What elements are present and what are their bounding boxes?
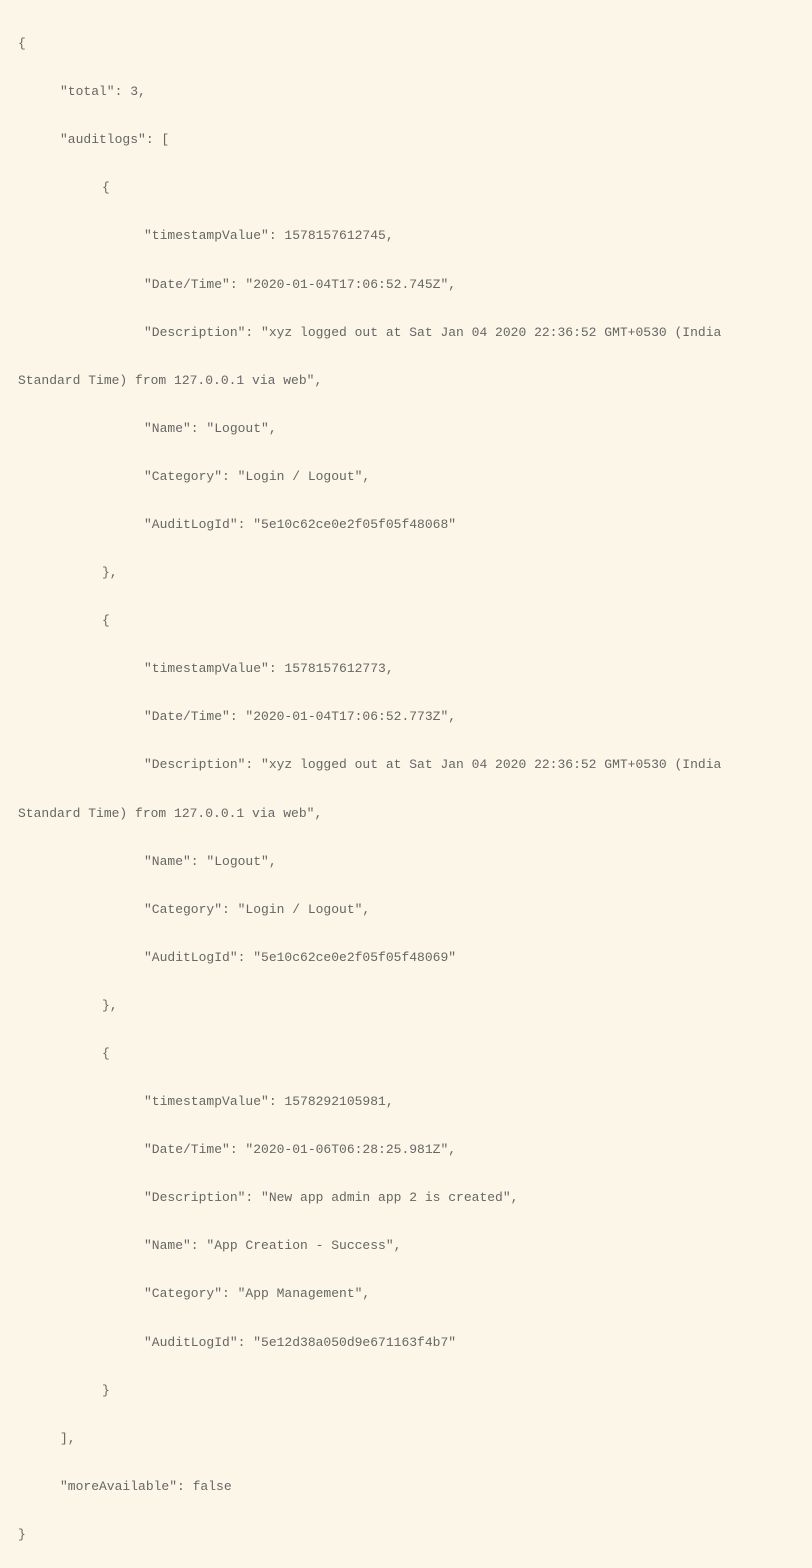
json-object-close: }, [18,561,794,585]
json-datetime: "Date/Time": "2020-01-04T17:06:52.773Z", [18,705,794,729]
json-moreavailable: "moreAvailable": false [18,1475,794,1499]
json-object-close: } [18,1379,794,1403]
json-category: "Category": "Login / Logout", [18,898,794,922]
json-description: "Description": "New app admin app 2 is c… [18,1186,794,1210]
json-description-wrap: Standard Time) from 127.0.0.1 via web", [18,802,794,826]
json-name: "Name": "Logout", [18,850,794,874]
json-array-close: ], [18,1427,794,1451]
json-datetime: "Date/Time": "2020-01-04T17:06:52.745Z", [18,273,794,297]
json-auditlogid: "AuditLogId": "5e12d38a050d9e671163f4b7" [18,1331,794,1355]
json-auditlogid: "AuditLogId": "5e10c62ce0e2f05f05f48069" [18,946,794,970]
json-datetime: "Date/Time": "2020-01-06T06:28:25.981Z", [18,1138,794,1162]
json-total: "total": 3, [18,80,794,104]
json-category: "Category": "App Management", [18,1282,794,1306]
json-description: "Description": "xyz logged out at Sat Ja… [18,321,794,345]
json-timestamp: "timestampValue": 1578157612745, [18,224,794,248]
json-category: "Category": "Login / Logout", [18,465,794,489]
json-description: "Description": "xyz logged out at Sat Ja… [18,753,794,777]
json-name: "Name": "App Creation - Success", [18,1234,794,1258]
json-timestamp: "timestampValue": 1578292105981, [18,1090,794,1114]
json-auditlogs-open: "auditlogs": [ [18,128,794,152]
json-line: { [18,32,794,56]
json-auditlogid: "AuditLogId": "5e10c62ce0e2f05f05f48068" [18,513,794,537]
json-timestamp: "timestampValue": 1578157612773, [18,657,794,681]
code-block: { "total": 3, "auditlogs": [ { "timestam… [0,0,812,1568]
json-object-close: }, [18,994,794,1018]
json-object-open: { [18,1042,794,1066]
json-object-open: { [18,609,794,633]
json-name: "Name": "Logout", [18,417,794,441]
json-line: } [18,1523,794,1547]
json-object-open: { [18,176,794,200]
json-description-wrap: Standard Time) from 127.0.0.1 via web", [18,369,794,393]
